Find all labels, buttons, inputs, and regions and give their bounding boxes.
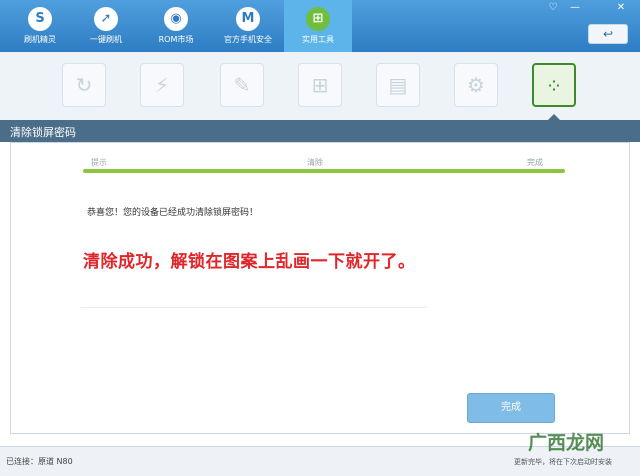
tab-rom-market[interactable]: ◉ ROM市场 xyxy=(142,0,210,52)
tab-label: 实用工具 xyxy=(302,35,334,44)
connection-status: 已连接：原道 N80 xyxy=(6,457,73,466)
watermark: 广西龙网 xyxy=(528,432,605,454)
tab-phone-security[interactable]: M 官方手机安全 xyxy=(214,0,282,52)
tab-label: ROM市场 xyxy=(158,35,194,44)
flash-icon[interactable]: ⚡ xyxy=(140,63,184,107)
close-icon[interactable]: ✕ xyxy=(614,2,628,14)
cursor-icon: ➚ xyxy=(94,7,118,31)
progress-bar xyxy=(83,169,565,173)
feedback-icon[interactable]: ♡ xyxy=(546,2,560,14)
annotation-note: 清除成功，解锁在图案上乱画一下就开了。 xyxy=(83,252,416,272)
pattern-lock-icon[interactable]: ⁘ xyxy=(532,63,576,107)
tab-label: 刷机精灵 xyxy=(24,35,56,44)
tab-flash-wizard[interactable]: S 刷机精灵 xyxy=(6,0,74,52)
grid-icon: ⊞ xyxy=(306,7,330,31)
android-box-icon[interactable]: ▤ xyxy=(376,63,420,107)
android-icon: ◉ xyxy=(164,7,188,31)
top-nav-bar: S 刷机精灵 ➚ 一键刷机 ◉ ROM市场 M 官方手机安全 ⊞ 实用工具 ♡ … xyxy=(0,0,640,52)
tab-label: 官方手机安全 xyxy=(224,35,272,44)
section-header: 清除锁屏密码 xyxy=(0,120,640,142)
refresh-icon[interactable]: ↻ xyxy=(62,63,106,107)
step-clear: 清除 xyxy=(307,158,323,167)
divider xyxy=(81,307,427,308)
gift-icon[interactable]: ⊞ xyxy=(298,63,342,107)
step-done: 完成 xyxy=(527,158,543,167)
tool-bar: ↻ ⚡ ✎ ⊞ ▤ ⚙ ⁘ xyxy=(0,52,640,120)
tab-label: 一键刷机 xyxy=(90,35,122,44)
success-message: 恭喜您！您的设备已经成功清除锁屏密码！ xyxy=(87,208,259,218)
page-title: 清除锁屏密码 xyxy=(10,126,76,139)
finish-button[interactable]: 完成 xyxy=(467,393,555,423)
tab-utilities[interactable]: ⊞ 实用工具 xyxy=(284,0,352,52)
back-button[interactable]: ↩ xyxy=(588,24,628,44)
minimize-icon[interactable]: — xyxy=(568,2,582,14)
shield-m-icon: M xyxy=(236,7,260,31)
tab-one-click-flash[interactable]: ➚ 一键刷机 xyxy=(72,0,140,52)
edit-icon[interactable]: ✎ xyxy=(220,63,264,107)
update-status: 更新完毕，将在下次启动时安装 xyxy=(514,458,612,466)
main-panel: 提示 清除 完成 恭喜您！您的设备已经成功清除锁屏密码！ 清除成功，解锁在图案上… xyxy=(10,142,630,434)
flash-wizard-icon: S xyxy=(28,7,52,31)
step-hint: 提示 xyxy=(91,158,107,167)
gears-icon[interactable]: ⚙ xyxy=(454,63,498,107)
